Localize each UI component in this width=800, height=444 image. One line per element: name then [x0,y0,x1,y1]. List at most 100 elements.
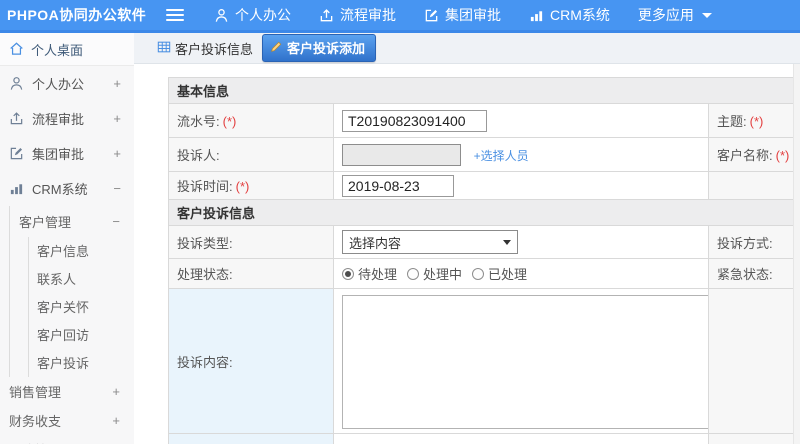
field-label: 投诉方式: [717,235,773,251]
field-label: 紧急状态: [717,267,773,282]
radio-selected-icon[interactable] [342,267,354,280]
nav-label: 个人办公 [235,7,291,23]
tab-label: 客户投诉信息 [175,41,254,57]
crm-submenu: 客户管理 − 客户信息 联系人 客户关怀 客户回访 客户投诉 [9,206,134,377]
vertical-scrollbar[interactable] [793,64,800,444]
complaint-type-label-cell: 投诉类型: [168,225,334,259]
sidebar-item-finance[interactable]: 财务收支 + [0,406,134,435]
expand-toggle[interactable]: + [113,76,121,91]
sidebar-item-personal-desktop[interactable]: 个人桌面 [0,33,134,66]
complaint-content-input-cell [333,288,709,434]
nav-more-apps[interactable]: 更多应用 [638,5,712,25]
radio-label: 待处理 [358,267,398,282]
tab-complaint-list[interactable]: 客户投诉信息 [157,39,253,58]
select-person-link[interactable]: +选择人员 [474,149,529,163]
sidebar-item-label: 个人办公 [32,77,85,92]
sidebar-item-crm-system[interactable]: CRM系统 − [0,171,134,206]
top-nav: 个人办公 流程审批 集团审批 CRM系统 更多应用 [214,5,712,25]
serial-number-input[interactable] [342,109,487,132]
radio-unselected-icon[interactable] [472,267,485,280]
next-row-label-cell [168,433,334,444]
sidebar-item-label: 流程审批 [32,112,85,127]
expand-toggle[interactable]: + [113,146,121,161]
radio-option-processing[interactable]: 处理中 [407,264,462,283]
sidebar-item-label: 集团审批 [32,147,85,162]
nav-workflow-approval[interactable]: 流程审批 [319,5,396,25]
collapse-toggle[interactable]: − [112,214,120,229]
sidebar-item-contacts[interactable]: 联系人 [29,265,134,293]
complaint-time-input-cell [333,171,709,200]
nav-crm-system[interactable]: CRM系统 [529,5,610,25]
sidebar-item-customer-callback[interactable]: 客户回访 [29,321,134,349]
top-bar: PHPOA协同办公软件 个人办公 流程审批 集团审批 CRM系统 更多应用 [0,0,800,30]
nav-label: CRM系统 [550,7,610,23]
flow-icon [9,111,25,126]
hamburger-menu-icon[interactable] [166,9,184,21]
nav-group-approval[interactable]: 集团审批 [424,5,501,25]
home-icon [9,41,24,59]
sidebar-item-label: 客户管理 [19,215,72,230]
complaint-form-table: 基本信息 流水号:(*) 主题:(*) 投诉人: +选择人员 客户名称:(*) [167,77,795,444]
tab-label: 客户投诉添加 [287,41,366,56]
complaint-type-input-cell: 选择内容 [333,225,709,259]
required-mark: (*) [749,114,764,129]
sidebar-item-purchasing[interactable]: 采购管理 + [0,435,134,444]
required-mark: (*) [775,148,790,163]
flow-icon [319,8,334,23]
required-mark: (*) [235,179,250,194]
sidebar-item-label: 销售管理 [9,385,62,400]
complaint-type-select[interactable]: 选择内容 [342,230,518,254]
expand-toggle[interactable]: + [112,413,120,428]
person-icon [9,76,25,91]
radio-option-processed[interactable]: 已处理 [472,264,527,283]
collapse-toggle[interactable]: − [113,181,121,196]
radio-unselected-icon[interactable] [407,267,420,280]
field-label: 处理状态: [177,267,233,282]
sidebar-item-customer-complaint[interactable]: 客户投诉 [29,349,134,377]
sidebar-item-sales-management[interactable]: 销售管理 + [0,377,134,406]
customer-name-label-cell: 客户名称: (*) [707,137,795,172]
field-label: 投诉时间: [177,179,233,194]
sidebar-item-customer-care[interactable]: 客户关怀 [29,293,134,321]
subject-label-cell: 主题: (*) [707,103,795,138]
expand-toggle[interactable]: + [113,111,121,126]
next-row-input-cell [333,433,709,444]
sidebar-item-customer-info[interactable]: 客户信息 [29,237,134,265]
section-header-basic-info: 基本信息 [167,77,795,104]
field-label: 流水号: [177,114,220,129]
empty-cell [707,171,795,200]
sidebar-item-workflow-approval[interactable]: 流程审批 + [0,101,134,136]
serial-input-cell [333,103,709,138]
sidebar: 个人桌面 个人办公 + 流程审批 + 集团审批 + CRM系统 − 客户管理 −… [0,33,134,444]
tab-complaint-add-button[interactable]: 客户投诉添加 [262,34,377,62]
sidebar-item-label: 财务收支 [9,414,62,429]
sidebar-item-label: CRM系统 [32,182,88,197]
person-icon [214,8,229,23]
nav-personal-office[interactable]: 个人办公 [214,5,291,25]
field-label: 投诉人: [177,148,220,163]
empty-cell [707,433,795,444]
edit-icon [424,8,439,23]
complaint-date-input[interactable] [342,174,454,197]
status-label-cell: 处理状态: [168,258,334,289]
radio-label: 已处理 [488,267,528,282]
chevron-down-icon [701,12,712,18]
radio-option-pending[interactable]: 待处理 [342,264,397,283]
sidebar-item-label: 采购管理 [9,440,61,444]
required-mark: (*) [222,114,237,129]
complaint-content-label-cell: 投诉内容: [168,288,334,434]
selected-option-label: 选择内容 [349,235,402,251]
expand-toggle[interactable]: + [112,384,120,399]
sidebar-item-personal-office[interactable]: 个人办公 + [0,66,134,101]
nav-label: 流程审批 [340,7,396,23]
serial-label-cell: 流水号: (*) [168,103,334,138]
sidebar-item-group-approval[interactable]: 集团审批 + [0,136,134,171]
complaint-content-textarea[interactable] [342,295,708,429]
complaint-time-label-cell: 投诉时间: (*) [168,171,334,200]
main-content: 基本信息 流水号:(*) 主题:(*) 投诉人: +选择人员 客户名称:(*) [134,64,800,444]
sidebar-item-customer-management[interactable]: 客户管理 − [10,206,134,237]
field-label: 投诉类型: [177,235,233,251]
field-label: 主题: [717,114,747,129]
nav-label: 集团审批 [445,7,501,23]
status-input-cell: 待处理 处理中 已处理 [333,258,709,289]
